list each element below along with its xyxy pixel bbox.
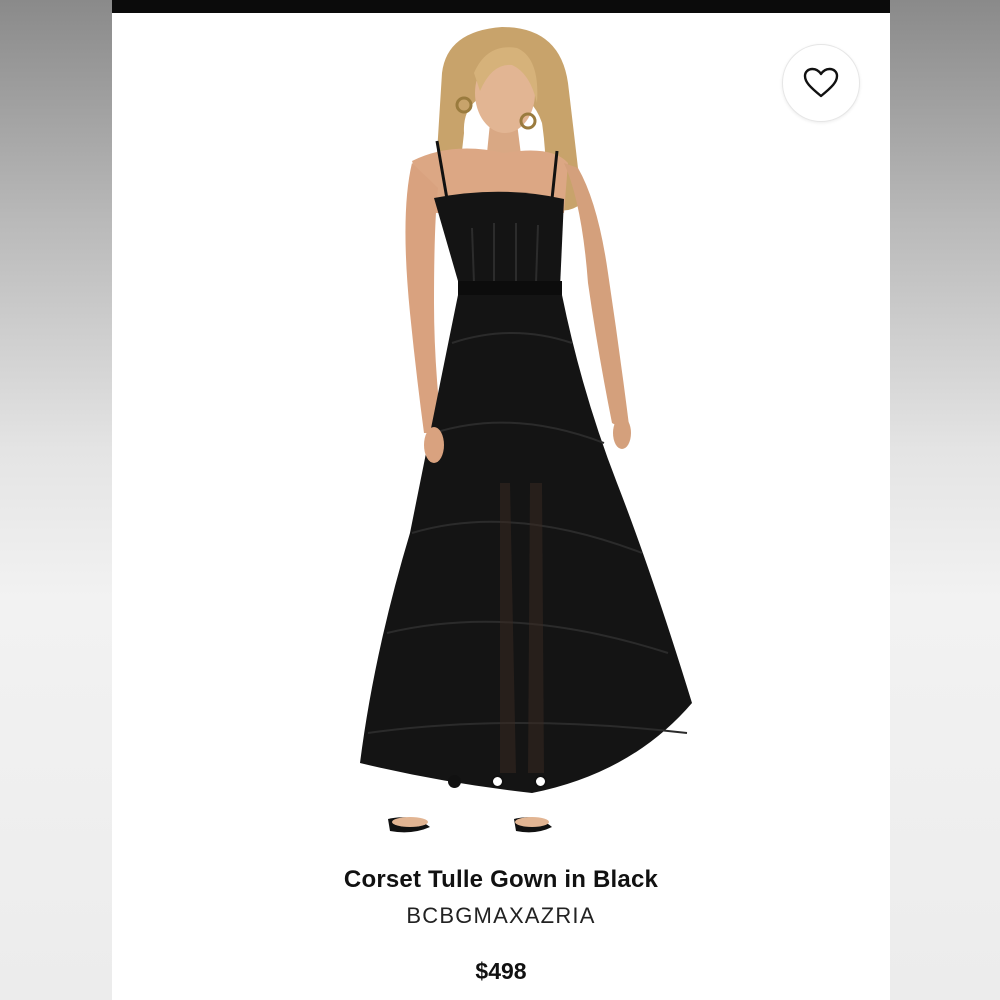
heart-outline-icon bbox=[803, 67, 839, 98]
product-screen: Corset Tulle Gown in Black BCBGMAXAZRIA … bbox=[112, 0, 890, 1000]
product-price: $498 bbox=[475, 958, 527, 984]
product-image[interactable] bbox=[112, 13, 890, 855]
product-brand[interactable]: BCBGMAXAZRIA bbox=[112, 903, 890, 929]
right-backdrop bbox=[890, 0, 1000, 1000]
left-backdrop bbox=[0, 0, 112, 1000]
carousel-dot-2[interactable] bbox=[491, 775, 504, 788]
carousel-dot-1[interactable] bbox=[448, 775, 461, 788]
product-title: Corset Tulle Gown in Black bbox=[343, 866, 659, 893]
carousel-dot-3[interactable] bbox=[534, 775, 547, 788]
status-bar bbox=[112, 0, 890, 13]
model-illustration bbox=[360, 27, 692, 833]
carousel-indicator bbox=[448, 775, 547, 788]
favorite-button[interactable] bbox=[782, 44, 860, 122]
